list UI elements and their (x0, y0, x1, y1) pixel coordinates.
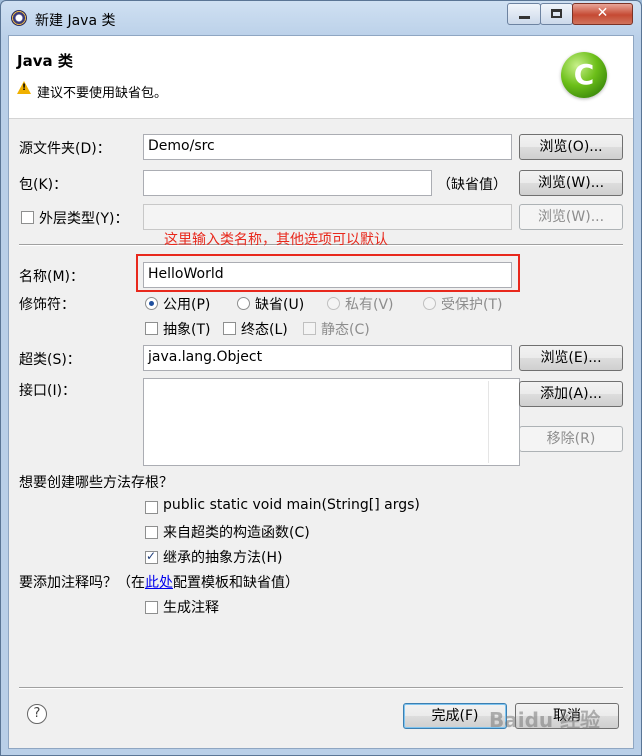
comments-question-suffix: 配置模板和缺省值） (173, 575, 299, 591)
baidu-watermark: Baidu 经验 (489, 708, 601, 732)
maximize-icon (551, 9, 562, 18)
package-default-note: （缺省值） (437, 177, 507, 193)
add-interface-button[interactable]: 添加(A)... (519, 381, 623, 407)
enclosing-type-checkbox[interactable] (21, 211, 34, 224)
minimize-icon (519, 16, 530, 19)
static-checkbox[interactable] (303, 322, 316, 335)
final-checkbox-label: 终态(L) (241, 322, 288, 338)
configure-templates-link[interactable]: 此处 (145, 575, 173, 591)
generate-comments-label: 生成注释 (163, 600, 219, 616)
maximize-button[interactable] (540, 3, 573, 25)
static-checkbox-label: 静态(C) (321, 322, 370, 338)
inherited-abstract-label: 继承的抽象方法(H) (163, 550, 283, 566)
dialog-window: 新建 Java 类 ✕ Java 类 ! 建议不要使用缺省包。 C 源文件夹(D… (0, 0, 642, 756)
comments-question: 要添加注释吗？（在此处配置模板和缺省值） (19, 572, 299, 592)
footer-separator (19, 687, 623, 689)
annotation-text: 这里输入类名称，其他选项可以默认 (164, 232, 388, 248)
warning-message: 建议不要使用缺省包。 (37, 86, 168, 101)
source-folder-input[interactable]: Demo/src (143, 134, 512, 160)
title-bar[interactable]: 新建 Java 类 ✕ (1, 1, 641, 35)
window-title: 新建 Java 类 (35, 13, 116, 29)
stubs-question: 想要创建哪些方法存根？ (19, 475, 173, 491)
private-radio[interactable] (327, 297, 340, 310)
source-folder-label: 源文件夹(D)： (19, 141, 111, 157)
default-radio-label: 缺省(U) (255, 297, 305, 313)
abstract-checkbox-label: 抽象(T) (163, 322, 211, 338)
main-method-label: public static void main(String[] args) (163, 497, 420, 513)
final-checkbox[interactable] (223, 322, 236, 335)
default-radio[interactable] (237, 297, 250, 310)
warning-icon: ! (17, 81, 31, 94)
close-button[interactable]: ✕ (572, 3, 633, 25)
comments-question-prefix: 要添加注释吗？（在 (19, 575, 145, 591)
minimize-button[interactable] (507, 3, 541, 25)
private-radio-label: 私有(V) (345, 297, 394, 313)
browse-enclosing-type-button[interactable]: 浏览(W)... (519, 204, 623, 230)
dialog-client: Java 类 ! 建议不要使用缺省包。 C 源文件夹(D)： Demo/src … (8, 35, 634, 749)
class-name-input[interactable]: HelloWorld (143, 262, 512, 288)
page-title: Java 类 (17, 52, 73, 70)
close-icon: ✕ (596, 5, 609, 21)
superclass-label: 超类(S)： (19, 352, 81, 368)
constructors-label: 来自超类的构造函数(C) (163, 525, 310, 541)
package-input[interactable] (143, 170, 432, 196)
abstract-checkbox[interactable] (145, 322, 158, 335)
eclipse-icon (11, 10, 27, 26)
public-radio[interactable] (145, 297, 158, 310)
main-method-checkbox[interactable] (145, 501, 158, 514)
help-icon[interactable]: ? (27, 704, 47, 724)
constructors-checkbox[interactable] (145, 526, 158, 539)
inherited-abstract-checkbox[interactable]: ✓ (145, 549, 158, 564)
java-class-logo-icon: C (561, 52, 607, 98)
superclass-input[interactable]: java.lang.Object (143, 345, 512, 371)
dialog-header: Java 类 ! 建议不要使用缺省包。 C (9, 36, 633, 119)
name-label: 名称(M)： (19, 269, 85, 285)
public-radio-label: 公用(P) (163, 297, 211, 313)
remove-interface-button[interactable]: 移除(R) (519, 426, 623, 452)
browse-superclass-button[interactable]: 浏览(E)... (519, 345, 623, 371)
package-label: 包(K)： (19, 177, 68, 193)
modifiers-label: 修饰符： (19, 297, 75, 313)
enclosing-type-label: 外层类型(Y)： (39, 211, 129, 227)
generate-comments-checkbox[interactable] (145, 601, 158, 614)
interfaces-label: 接口(I)： (19, 383, 77, 399)
browse-source-folder-button[interactable]: 浏览(O)... (519, 134, 623, 160)
interfaces-list[interactable] (143, 378, 520, 466)
enclosing-type-input[interactable] (143, 204, 512, 230)
browse-package-button[interactable]: 浏览(W)... (519, 170, 623, 196)
protected-radio-label: 受保护(T) (441, 297, 503, 313)
protected-radio[interactable] (423, 297, 436, 310)
